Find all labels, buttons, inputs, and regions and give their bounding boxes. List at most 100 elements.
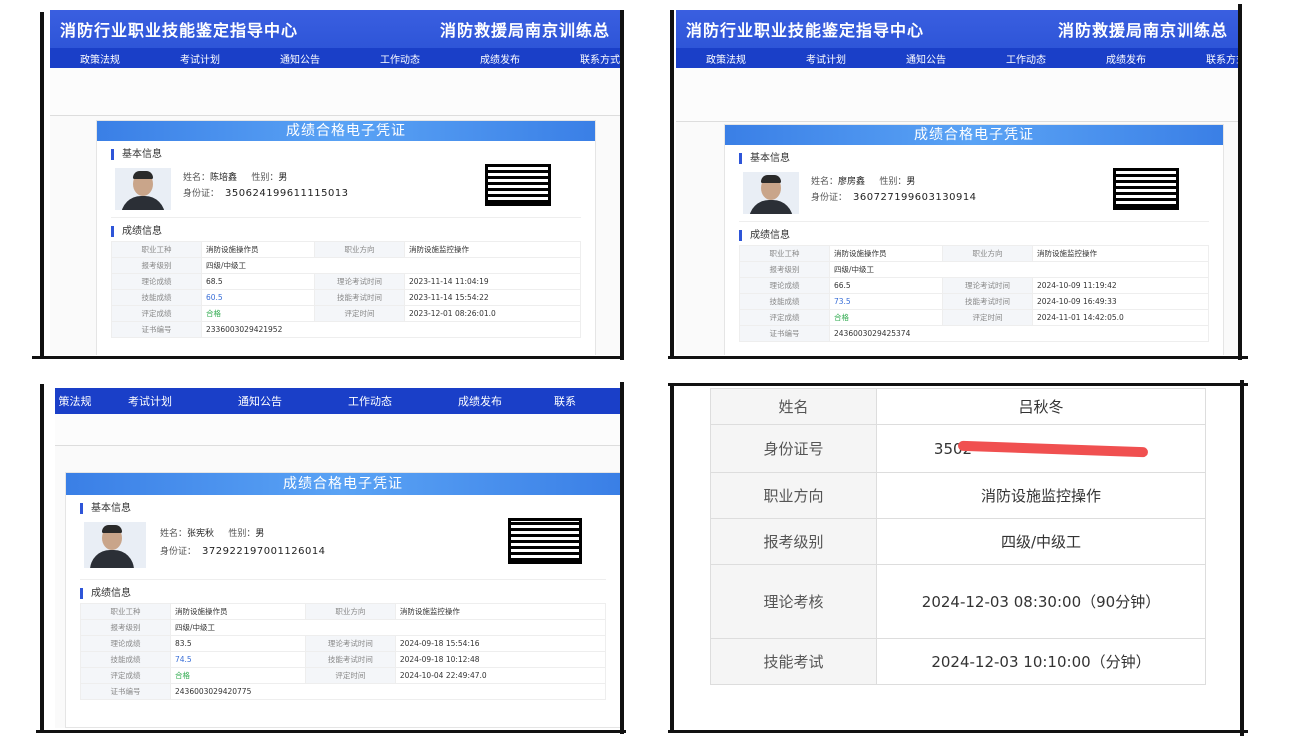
table-row: 姓名 吕秋冬 <box>710 388 1206 425</box>
nav-item-notice[interactable]: 通知公告 <box>205 393 315 409</box>
basic-info-title: 基本信息 <box>111 149 595 160</box>
nav-item-policy[interactable]: 策法规 <box>55 393 95 409</box>
person-photo <box>84 522 146 568</box>
score-table: 职业工种 消防设施操作员 职业方向 消防设施监控操作 报考级别 四级/中级工 理论成绩 6… <box>111 241 582 338</box>
exam-schedule-table: 姓名 吕秋冬 身份证号 3502 职业方向 消防设施监控操作 报考级别 四级/中… <box>710 388 1206 685</box>
basic-info-title: 基本信息 <box>739 153 1223 164</box>
table-row: 身份证号 3502 <box>710 424 1206 473</box>
id-line: 身份证： 350624199611115013 <box>183 188 349 199</box>
frame-line <box>670 10 674 358</box>
row-value-theory: 2024-12-03 08:30:00（90分钟） <box>876 564 1206 639</box>
certificate-screenshot-2: 消防行业职业技能鉴定指导中心 消防救援局南京训练总 政策法规 考试计划 通知公告… <box>676 10 1238 355</box>
nav-item-exam-plan[interactable]: 考试计划 <box>150 51 250 66</box>
nav-item-notice[interactable]: 通知公告 <box>876 51 976 66</box>
basic-info: 姓名：廖房鑫 性别：男 身份证： 360727199603130914 <box>739 168 1209 222</box>
main-nav: 政策法规 考试计划 通知公告 工作动态 成绩发布 联系方式 <box>676 48 1238 68</box>
banner-left: 消防行业职业技能鉴定指导中心 <box>686 21 925 40</box>
row-label: 理论考核 <box>710 564 877 639</box>
qr-code-icon <box>485 164 551 206</box>
person-name: 张宪秋 <box>187 529 215 539</box>
frame-line <box>1240 380 1244 736</box>
name-line: 姓名：陈培鑫 性别：男 <box>183 173 288 183</box>
frame-line <box>668 383 1248 386</box>
exam-schedule-screenshot: 姓名 吕秋冬 身份证号 3502 职业方向 消防设施监控操作 报考级别 四级/中… <box>676 388 1242 731</box>
table-row: 报考级别 四级/中级工 <box>710 518 1206 565</box>
banner-left: 消防行业职业技能鉴定指导中心 <box>60 21 299 40</box>
redaction-mark <box>957 440 1149 458</box>
nav-item-news[interactable]: 工作动态 <box>350 51 450 66</box>
frame-line <box>668 356 1248 359</box>
frame-line <box>40 384 44 732</box>
card-title: 成绩合格电子凭证 <box>66 473 620 495</box>
card-title: 成绩合格电子凭证 <box>725 125 1223 145</box>
frame-line <box>670 383 674 733</box>
person-gender: 男 <box>255 529 265 539</box>
person-id: 372922197001126014 <box>202 546 326 557</box>
frame-line <box>1238 4 1242 360</box>
person-gender: 男 <box>906 177 916 187</box>
page-gap <box>676 68 1238 122</box>
frame-line <box>36 730 626 733</box>
row-value-level: 四级/中级工 <box>876 518 1206 565</box>
score-table: 职业工种 消防设施操作员 职业方向 消防设施监控操作 报考级别 四级/中级工 理论成绩 6… <box>739 245 1210 342</box>
id-line: 身份证： 360727199603130914 <box>811 192 977 203</box>
nav-item-results[interactable]: 成绩发布 <box>425 393 535 409</box>
person-name: 廖房鑫 <box>838 177 866 187</box>
table-row: 职业方向 消防设施监控操作 <box>710 472 1206 519</box>
main-nav: 策法规 考试计划 通知公告 工作动态 成绩发布 联系 <box>55 388 620 414</box>
nav-item-policy[interactable]: 政策法规 <box>50 51 150 66</box>
nav-item-results[interactable]: 成绩发布 <box>1076 51 1176 66</box>
id-line: 身份证： 372922197001126014 <box>160 546 326 557</box>
person-photo <box>115 168 171 210</box>
nav-item-contact[interactable]: 联系 <box>535 393 595 409</box>
nav-item-results[interactable]: 成绩发布 <box>450 51 550 66</box>
nav-item-policy[interactable]: 政策法规 <box>676 51 776 66</box>
certificate-card: 成绩合格电子凭证 基本信息 姓名：廖房鑫 性别：男 身份证： 3607271996… <box>724 124 1224 355</box>
score-info-title: 成绩信息 <box>111 226 595 237</box>
qr-code-icon <box>1113 168 1179 210</box>
table-row: 技能考试 2024-12-03 10:10:00（分钟） <box>710 638 1206 685</box>
nav-item-contact[interactable]: 联系方式 <box>550 51 620 66</box>
frame-line <box>40 12 44 357</box>
score-table: 职业工种 消防设施操作员 职业方向 消防设施监控操作 报考级别 四级/中级工 理论成绩 8… <box>80 603 607 700</box>
banner-right: 消防救援局南京训练总 <box>439 21 610 40</box>
nav-item-exam-plan[interactable]: 考试计划 <box>776 51 876 66</box>
certificate-card: 成绩合格电子凭证 基本信息 姓名：陈培鑫 性别：男 身份证： 3506241996… <box>96 120 596 355</box>
score-info-title: 成绩信息 <box>739 230 1223 241</box>
frame-line <box>32 356 624 359</box>
score-info-title: 成绩信息 <box>80 588 620 599</box>
certificate-card: 成绩合格电子凭证 基本信息 姓名：张宪秋 性别：男 身份证： 3729221970… <box>65 472 620 728</box>
main-nav: 政策法规 考试计划 通知公告 工作动态 成绩发布 联系方式 <box>50 48 620 68</box>
row-label: 职业方向 <box>710 472 877 519</box>
name-line: 姓名：张宪秋 性别：男 <box>160 529 265 539</box>
nav-item-news[interactable]: 工作动态 <box>315 393 425 409</box>
person-id: 360727199603130914 <box>853 192 977 203</box>
row-label: 身份证号 <box>710 424 877 473</box>
person-photo <box>743 172 799 214</box>
nav-item-notice[interactable]: 通知公告 <box>250 51 350 66</box>
nav-item-news[interactable]: 工作动态 <box>976 51 1076 66</box>
page-gap <box>55 414 620 446</box>
banner-right: 消防救援局南京训练总 <box>1057 21 1228 40</box>
basic-info-title: 基本信息 <box>80 503 620 514</box>
site-banner: 消防行业职业技能鉴定指导中心 消防救援局南京训练总 <box>676 10 1238 48</box>
row-value-skill: 2024-12-03 10:10:00（分钟） <box>876 638 1206 685</box>
row-value-name: 吕秋冬 <box>876 388 1206 425</box>
nav-item-contact[interactable]: 联系方式 <box>1176 51 1238 66</box>
certificate-screenshot-3: 策法规 考试计划 通知公告 工作动态 成绩发布 联系 成绩合格电子凭证 基本信息… <box>55 388 620 728</box>
card-title: 成绩合格电子凭证 <box>97 121 595 141</box>
nav-item-exam-plan[interactable]: 考试计划 <box>95 393 205 409</box>
certificate-screenshot-1: 消防行业职业技能鉴定指导中心 消防救援局南京训练总 政策法规 考试计划 通知公告… <box>50 10 620 355</box>
row-value-direction: 消防设施监控操作 <box>876 472 1206 519</box>
frame-line <box>668 730 1248 733</box>
page-gap <box>50 68 620 116</box>
row-label: 报考级别 <box>710 518 877 565</box>
row-value-id: 3502 <box>876 424 1206 473</box>
basic-info: 姓名：张宪秋 性别：男 身份证： 372922197001126014 <box>80 518 606 580</box>
person-gender: 男 <box>278 173 288 183</box>
frame-line <box>620 10 624 360</box>
site-banner: 消防行业职业技能鉴定指导中心 消防救援局南京训练总 <box>50 10 620 48</box>
row-label: 姓名 <box>710 388 877 425</box>
basic-info: 姓名：陈培鑫 性别：男 身份证： 350624199611115013 <box>111 164 581 218</box>
name-line: 姓名：廖房鑫 性别：男 <box>811 177 916 187</box>
